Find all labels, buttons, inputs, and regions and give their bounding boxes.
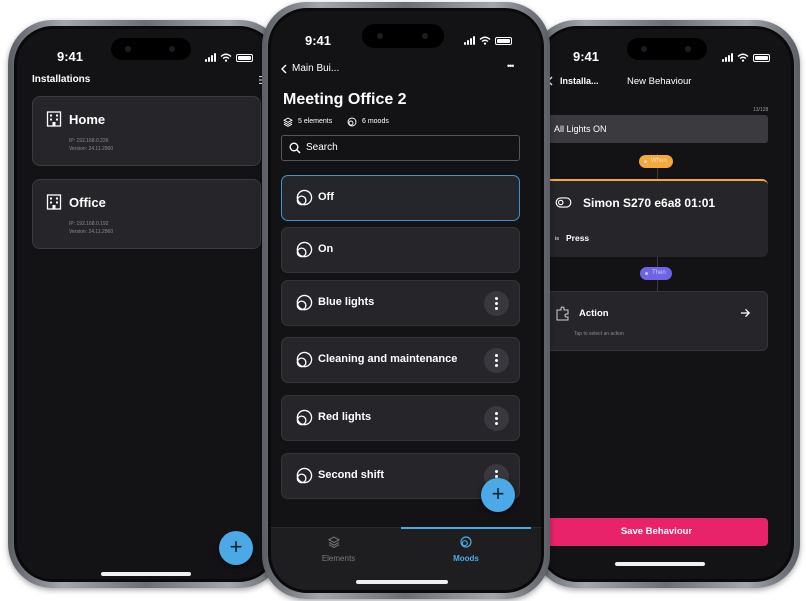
behaviour-screen: 9:41 Installa... New Behaviour 13/128 Al… [538, 26, 794, 582]
trigger-card[interactable]: Simon S270 e6a8 01:01 is Press [544, 179, 768, 257]
search-field[interactable]: Search [281, 135, 520, 161]
arrow-right-icon [740, 308, 751, 318]
mood-label: On [318, 243, 334, 255]
battery-icon [753, 53, 770, 62]
phone-moods: 9:41 Main Bui... ••• Meeting Office 2 5 … [262, 2, 550, 599]
installation-name: Home [69, 112, 106, 127]
elements-count: 5 elements [298, 118, 333, 125]
signal-icon [205, 53, 216, 62]
building-icon [46, 111, 62, 127]
moods-screen: 9:41 Main Bui... ••• Meeting Office 2 5 … [268, 8, 544, 593]
installation-ip: IP: 192.168.0.236 [69, 138, 109, 144]
condition-value: Press [566, 233, 590, 243]
action-hint: Tap to select an action [574, 331, 624, 337]
installations-screen: 9:41 Installations Home IP: 192.168.0.23… [14, 26, 278, 582]
then-badge: Then [640, 267, 672, 280]
status-icons [722, 53, 770, 62]
add-installation-button[interactable]: + [219, 531, 253, 565]
action-card[interactable]: Action Tap to select an action [544, 291, 768, 351]
search-icon [289, 142, 301, 154]
status-icons [464, 36, 512, 45]
status-time: 9:41 [573, 49, 600, 64]
more-options-button[interactable]: ••• [507, 61, 515, 71]
building-icon [46, 194, 62, 210]
wifi-icon [220, 53, 232, 62]
moods-count: 6 moods [362, 118, 389, 125]
dynamic-island [362, 24, 444, 48]
back-chevron-icon[interactable] [281, 64, 287, 74]
layers-icon [283, 117, 293, 127]
tab-label: Elements [321, 554, 356, 563]
mood-icon [296, 467, 313, 484]
add-mood-button[interactable]: + [481, 478, 515, 512]
save-behaviour-button[interactable]: Save Behaviour [545, 518, 768, 546]
search-placeholder: Search [306, 142, 338, 153]
condition-operator: is [555, 236, 559, 242]
mood-item[interactable]: Red lights [281, 395, 520, 441]
mood-icon [460, 536, 472, 548]
installation-version: Version: 24.11.2960 [69, 146, 114, 152]
page-title: Meeting Office 2 [283, 91, 407, 108]
battery-icon [495, 36, 512, 45]
device-name: Simon S270 e6a8 01:01 [583, 196, 716, 210]
installation-version: Version: 24.11.2960 [69, 229, 114, 235]
installations-title: Installations [32, 74, 91, 85]
mood-icon [347, 117, 357, 127]
mood-item[interactable]: Off [281, 175, 520, 221]
behaviour-name-value: All Lights ON [554, 124, 607, 134]
char-counter: 13/128 [753, 107, 769, 113]
tab-bar: Elements Moods [271, 527, 541, 590]
mood-item[interactable]: On [281, 227, 520, 273]
status-time: 9:41 [305, 33, 332, 48]
mood-icon [296, 351, 313, 368]
layers-icon [328, 536, 340, 548]
battery-icon [236, 53, 253, 62]
mood-menu-button[interactable] [484, 406, 509, 431]
wifi-icon [737, 53, 749, 62]
action-title: Action [579, 308, 609, 319]
mood-item[interactable]: Cleaning and maintenance [281, 337, 520, 383]
mood-label: Off [318, 191, 334, 203]
installation-card-office[interactable]: Office IP: 192.168.0.192 Version: 24.11.… [32, 179, 261, 249]
back-link[interactable]: Main Bui... [292, 63, 339, 74]
phone-installations: 9:41 Installations Home IP: 192.168.0.23… [8, 20, 284, 588]
mood-icon [296, 294, 313, 311]
installation-card-home[interactable]: Home IP: 192.168.0.236 Version: 24.11.29… [32, 96, 261, 166]
page-title: New Behaviour [627, 76, 692, 87]
mood-menu-button[interactable] [484, 291, 509, 316]
mood-icon [296, 189, 313, 206]
behaviour-name-field[interactable]: All Lights ON [544, 115, 768, 143]
mood-icon [296, 241, 313, 258]
signal-icon [722, 53, 733, 62]
home-indicator [615, 562, 705, 566]
back-link[interactable]: Installa... [560, 76, 599, 86]
dynamic-island [111, 38, 191, 60]
when-badge: When [639, 155, 673, 168]
mood-label: Red lights [318, 411, 372, 423]
mood-menu-button[interactable] [484, 348, 509, 373]
wifi-icon [479, 36, 491, 45]
tab-label: Moods [453, 554, 479, 563]
status-time: 9:41 [57, 49, 84, 64]
phone-behaviour: 9:41 Installa... New Behaviour 13/128 Al… [532, 20, 800, 588]
dynamic-island [627, 38, 707, 60]
mood-label: Cleaning and maintenance [318, 353, 458, 365]
switch-icon [555, 197, 572, 208]
status-icons [205, 53, 253, 62]
mood-label: Second shift [318, 469, 385, 481]
installation-name: Office [69, 195, 106, 210]
mood-item[interactable]: Blue lights [281, 280, 520, 326]
installation-ip: IP: 192.168.0.192 [69, 221, 109, 227]
mood-label: Blue lights [318, 296, 375, 308]
signal-icon [464, 36, 475, 45]
mood-icon [296, 409, 313, 426]
puzzle-icon [556, 306, 569, 321]
home-indicator [356, 580, 448, 584]
home-indicator [101, 572, 191, 576]
